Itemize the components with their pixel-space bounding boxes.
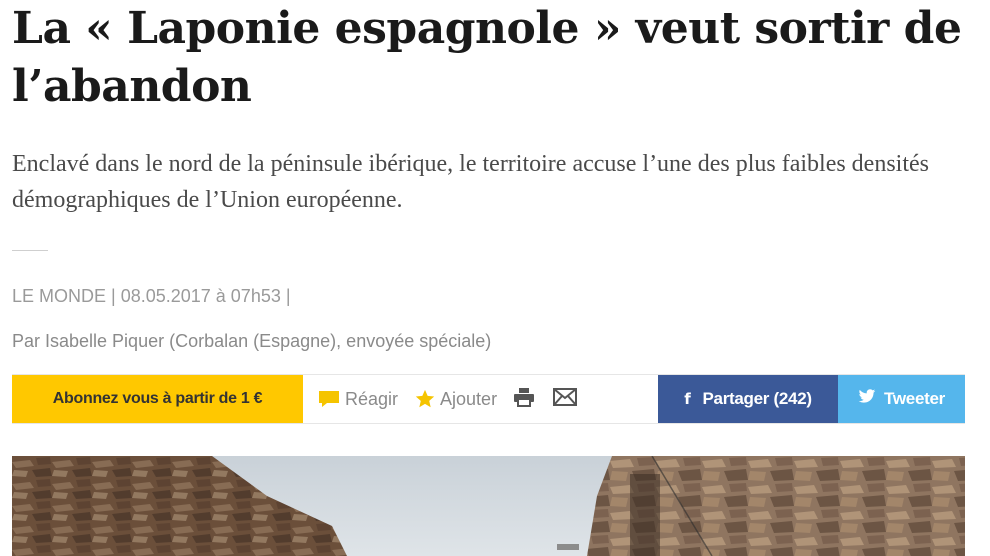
twitter-share-label: Tweeter [884,389,945,408]
article-photo [12,456,965,556]
print-button[interactable] [513,387,535,412]
facebook-share-button[interactable]: f Partager (242) [658,375,838,423]
divider [12,250,48,251]
react-button[interactable]: Réagir [317,389,398,410]
subscribe-button[interactable]: Abonnez vous à partir de 1 € [12,375,303,423]
article-toolbar: Abonnez vous à partir de 1 € Réagir Ajou… [12,374,965,424]
react-label: Réagir [345,388,399,409]
mail-button[interactable] [553,387,578,411]
mail-icon [553,387,578,411]
twitter-bird-icon [858,389,884,409]
add-button[interactable]: Ajouter [414,388,497,410]
article-meta: LE MONDE | 08.05.2017 à 07h53 | [12,286,291,306]
facebook-icon: f [684,390,691,408]
star-icon [414,388,436,410]
comment-icon [317,389,341,409]
print-icon [513,387,535,412]
add-label: Ajouter [440,388,498,409]
twitter-share-button[interactable]: Tweeter [838,375,965,423]
article-title: La « Laponie espagnole » veut sortir de … [12,3,962,112]
article-author: Par Isabelle Piquer (Corbalan (Espagne),… [12,331,492,351]
article-lead: Enclavé dans le nord de la péninsule ibé… [12,151,930,213]
facebook-share-label: Partager (242) [702,389,813,408]
article-actions: Réagir Ajouter [303,375,658,423]
